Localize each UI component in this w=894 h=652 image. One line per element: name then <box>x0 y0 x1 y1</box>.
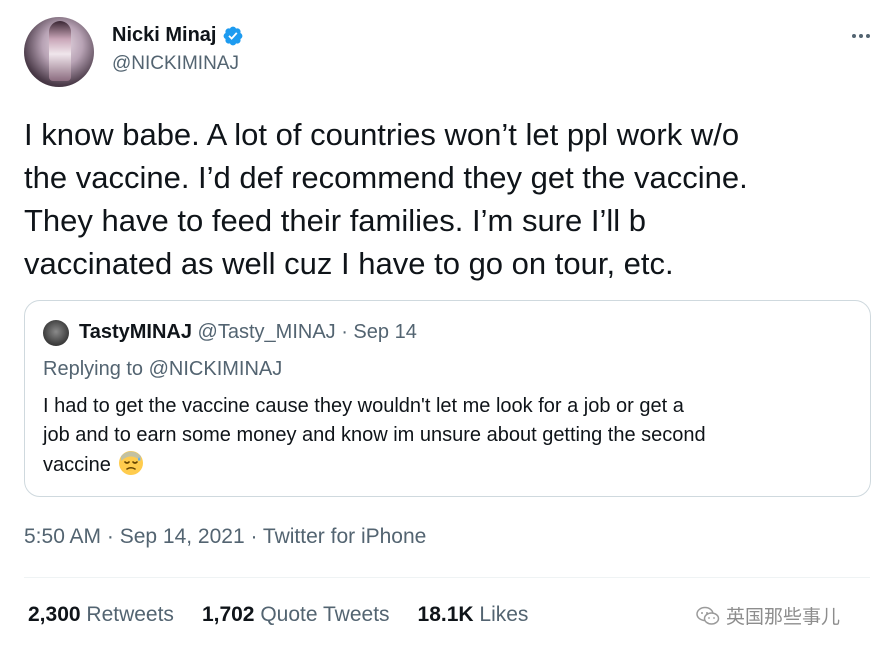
tweet-text-line: vaccinated as well cuz I have to go on t… <box>24 246 674 281</box>
retweets-label: Retweets <box>80 603 174 626</box>
more-options-icon[interactable] <box>852 34 870 38</box>
quoted-tweet-text: I had to get the vaccine cause they woul… <box>43 392 853 480</box>
quoted-text-line: I had to get the vaccine cause they woul… <box>43 395 684 417</box>
quoted-text-line: vaccine <box>43 454 111 476</box>
tweet-text: I know babe. A lot of countries won’t le… <box>24 113 864 285</box>
tweet-timestamp[interactable]: 5:50 AM · Sep 14, 2021 · Twitter for iPh… <box>24 525 426 549</box>
watermark: 英国那些事儿 <box>696 602 840 629</box>
tweet-stats: 2,300 Retweets 1,702 Quote Tweets 18.1K … <box>28 603 556 627</box>
likes-label: Likes <box>473 603 529 626</box>
quoted-author-meta: @Tasty_MINAJ · Sep 14 <box>192 321 417 343</box>
quote-tweets-stat[interactable]: 1,702 Quote Tweets <box>202 603 390 627</box>
downcast-face-with-sweat-icon <box>119 451 144 475</box>
likes-count: 18.1K <box>417 603 474 626</box>
tweet-text-line: They have to feed their families. I’m su… <box>24 203 646 238</box>
replying-to-label: Replying to @NICKIMINAJ <box>43 358 283 380</box>
retweets-count: 2,300 <box>28 603 81 626</box>
quoted-tweet-header: TastyMINAJ @Tasty_MINAJ · Sep 14 <box>79 321 417 344</box>
tweet-card: Nicki Minaj @NICKIMINAJ I know babe. A l… <box>0 0 894 652</box>
quote-tweets-label: Quote Tweets <box>254 603 390 626</box>
watermark-text: 英国那些事儿 <box>726 607 841 628</box>
quoted-author-name[interactable]: TastyMINAJ <box>79 321 192 343</box>
quoted-tweet[interactable]: TastyMINAJ @Tasty_MINAJ · Sep 14 Replyin… <box>24 300 871 497</box>
author-avatar[interactable] <box>24 17 94 87</box>
author-display-name[interactable]: Nicki Minaj <box>112 24 216 47</box>
divider <box>24 577 870 578</box>
quoted-text-line: job and to earn some money and know im u… <box>43 424 706 446</box>
likes-stat[interactable]: 18.1K Likes <box>418 603 529 627</box>
tweet-text-line: the vaccine. I’d def recommend they get … <box>24 160 748 195</box>
avatar-figure <box>49 21 71 81</box>
wechat-icon <box>696 606 720 625</box>
author-name-row: Nicki Minaj <box>112 24 244 47</box>
quoted-author-avatar[interactable] <box>43 320 69 346</box>
quoted-text-line-last: vaccine <box>43 450 853 480</box>
retweets-stat[interactable]: 2,300 Retweets <box>28 603 174 627</box>
author-handle[interactable]: @NICKIMINAJ <box>112 53 239 75</box>
quote-tweets-count: 1,702 <box>201 603 255 626</box>
verified-badge-icon <box>224 26 243 45</box>
tweet-text-line: I know babe. A lot of countries won’t le… <box>24 117 740 152</box>
